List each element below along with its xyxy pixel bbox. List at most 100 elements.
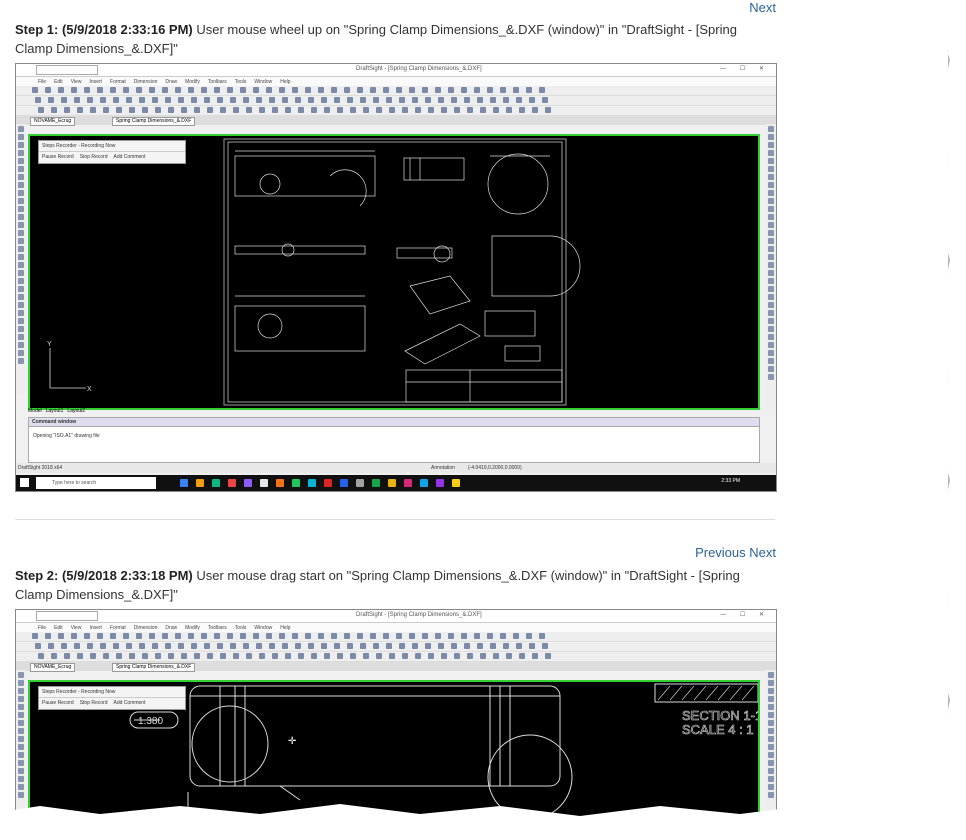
toolbar-tool-icon[interactable] xyxy=(363,107,369,113)
toolbar-tool-icon[interactable] xyxy=(113,643,119,649)
side-tool-icon[interactable] xyxy=(18,680,24,686)
side-tool-icon[interactable] xyxy=(768,696,774,702)
toolbar-tool-icon[interactable] xyxy=(259,653,265,659)
menu-item[interactable]: Help xyxy=(280,625,290,631)
toolbar-tool-icon[interactable] xyxy=(233,653,239,659)
side-tool-icon[interactable] xyxy=(18,752,24,758)
toolbar-tool-icon[interactable] xyxy=(503,97,509,103)
toolbar-tool-icon[interactable] xyxy=(545,107,551,113)
toolbar-tool-icon[interactable] xyxy=(201,87,207,93)
toolbar-tool-icon[interactable] xyxy=(282,97,288,103)
toolbar-tool-icon[interactable] xyxy=(363,653,369,659)
menu-item[interactable]: Edit xyxy=(54,79,63,85)
side-tool-icon[interactable] xyxy=(768,190,774,196)
window-controls[interactable]: — ☐ ✕ xyxy=(720,611,770,618)
toolbar-tool-icon[interactable] xyxy=(204,643,210,649)
menu-item[interactable]: Format xyxy=(110,79,126,85)
toolbar-tool-icon[interactable] xyxy=(110,633,116,639)
toolbar-tool-icon[interactable] xyxy=(516,97,522,103)
side-tool-icon[interactable] xyxy=(18,768,24,774)
toolbar-tool-icon[interactable] xyxy=(415,653,421,659)
toolbar-tool-icon[interactable] xyxy=(467,107,473,113)
side-tool-icon[interactable] xyxy=(18,792,24,798)
toolbar-tool-icon[interactable] xyxy=(35,97,41,103)
windows-start-icon[interactable] xyxy=(20,478,29,487)
side-tool-icon[interactable] xyxy=(18,142,24,148)
side-tool-icon[interactable] xyxy=(768,262,774,268)
toolbar-tool-icon[interactable] xyxy=(165,643,171,649)
toolbar-tool-icon[interactable] xyxy=(402,107,408,113)
menu-item[interactable]: View xyxy=(71,625,82,631)
toolbar-tool-icon[interactable] xyxy=(529,643,535,649)
side-tool-icon[interactable] xyxy=(18,318,24,324)
toolbar-tool-icon[interactable] xyxy=(386,97,392,103)
toolbar-tool-icon[interactable] xyxy=(298,107,304,113)
toolbar-tool-icon[interactable] xyxy=(344,87,350,93)
side-tool-icon[interactable] xyxy=(18,198,24,204)
toolbar-tool-icon[interactable] xyxy=(136,633,142,639)
toolbar-tool-icon[interactable] xyxy=(194,107,200,113)
toolbar-tool-icon[interactable] xyxy=(513,87,519,93)
toolbar-tool-icon[interactable] xyxy=(181,653,187,659)
toolbar-tool-icon[interactable] xyxy=(334,643,340,649)
toolbar-tool-icon[interactable] xyxy=(438,643,444,649)
toolbar-tool-icon[interactable] xyxy=(71,87,77,93)
side-tool-icon[interactable] xyxy=(18,126,24,132)
toolbar-tool-icon[interactable] xyxy=(295,97,301,103)
side-tool-icon[interactable] xyxy=(18,214,24,220)
toolbar-tool-icon[interactable] xyxy=(337,653,343,659)
toolbar-tool-icon[interactable] xyxy=(178,97,184,103)
menu-item[interactable]: Edit xyxy=(54,625,63,631)
toolbar-tool-icon[interactable] xyxy=(305,633,311,639)
side-tool-icon[interactable] xyxy=(768,230,774,236)
taskbar-app-icon[interactable] xyxy=(436,479,444,487)
toolbar-tool-icon[interactable] xyxy=(142,107,148,113)
menu-item[interactable]: Dimension xyxy=(134,79,158,85)
toolbar-tool-icon[interactable] xyxy=(103,107,109,113)
toolbar-tool-icon[interactable] xyxy=(347,97,353,103)
toolbar-tool-icon[interactable] xyxy=(376,107,382,113)
toolbar-tool-icon[interactable] xyxy=(448,633,454,639)
toolbar-tool-icon[interactable] xyxy=(71,633,77,639)
tab-novame[interactable]: NOVAME_Ecrug xyxy=(30,117,76,126)
toolbar-tool-icon[interactable] xyxy=(142,653,148,659)
toolbar-tool-icon[interactable] xyxy=(77,107,83,113)
toolbar-tool-icon[interactable] xyxy=(103,653,109,659)
toolbar-tool-icon[interactable] xyxy=(438,97,444,103)
toolbar-tool-icon[interactable] xyxy=(451,97,457,103)
taskbar-search-box[interactable]: Type here to search xyxy=(36,477,156,489)
toolbar-tool-icon[interactable] xyxy=(204,97,210,103)
toolbar-tool-icon[interactable] xyxy=(409,87,415,93)
toolbar-tool-icon[interactable] xyxy=(448,87,454,93)
toolbar-tool-icon[interactable] xyxy=(282,643,288,649)
side-tool-icon[interactable] xyxy=(18,334,24,340)
toolbar-tool-icon[interactable] xyxy=(357,87,363,93)
side-tool-icon[interactable] xyxy=(768,294,774,300)
side-tool-icon[interactable] xyxy=(768,350,774,356)
side-tool-icon[interactable] xyxy=(18,310,24,316)
side-tool-icon[interactable] xyxy=(768,126,774,132)
side-tool-icon[interactable] xyxy=(18,262,24,268)
next-link[interactable]: Next xyxy=(749,545,776,560)
toolbar-tool-icon[interactable] xyxy=(207,653,213,659)
menu-item[interactable]: Insert xyxy=(89,625,102,631)
side-tool-icon[interactable] xyxy=(768,254,774,260)
toolbar-tool-icon[interactable] xyxy=(324,107,330,113)
toolbar-tool-icon[interactable] xyxy=(331,633,337,639)
toolbar-tool-icon[interactable] xyxy=(334,97,340,103)
side-tool-icon[interactable] xyxy=(18,222,24,228)
toolbar-tool-icon[interactable] xyxy=(318,87,324,93)
side-tool-icon[interactable] xyxy=(18,206,24,212)
toolbar-tool-icon[interactable] xyxy=(32,633,38,639)
side-tool-icon[interactable] xyxy=(768,688,774,694)
toolbar-tool-icon[interactable] xyxy=(542,643,548,649)
previous-link[interactable]: Previous xyxy=(695,545,746,560)
toolbar-tool-icon[interactable] xyxy=(324,653,330,659)
toolbar-tool-icon[interactable] xyxy=(389,107,395,113)
toolbar-tool-icon[interactable] xyxy=(347,643,353,649)
toolbar-tool-icon[interactable] xyxy=(123,87,129,93)
toolbar-tool-icon[interactable] xyxy=(246,107,252,113)
toolbar-tool-icon[interactable] xyxy=(399,97,405,103)
toolbar-tool-icon[interactable] xyxy=(461,633,467,639)
side-tool-icon[interactable] xyxy=(18,728,24,734)
